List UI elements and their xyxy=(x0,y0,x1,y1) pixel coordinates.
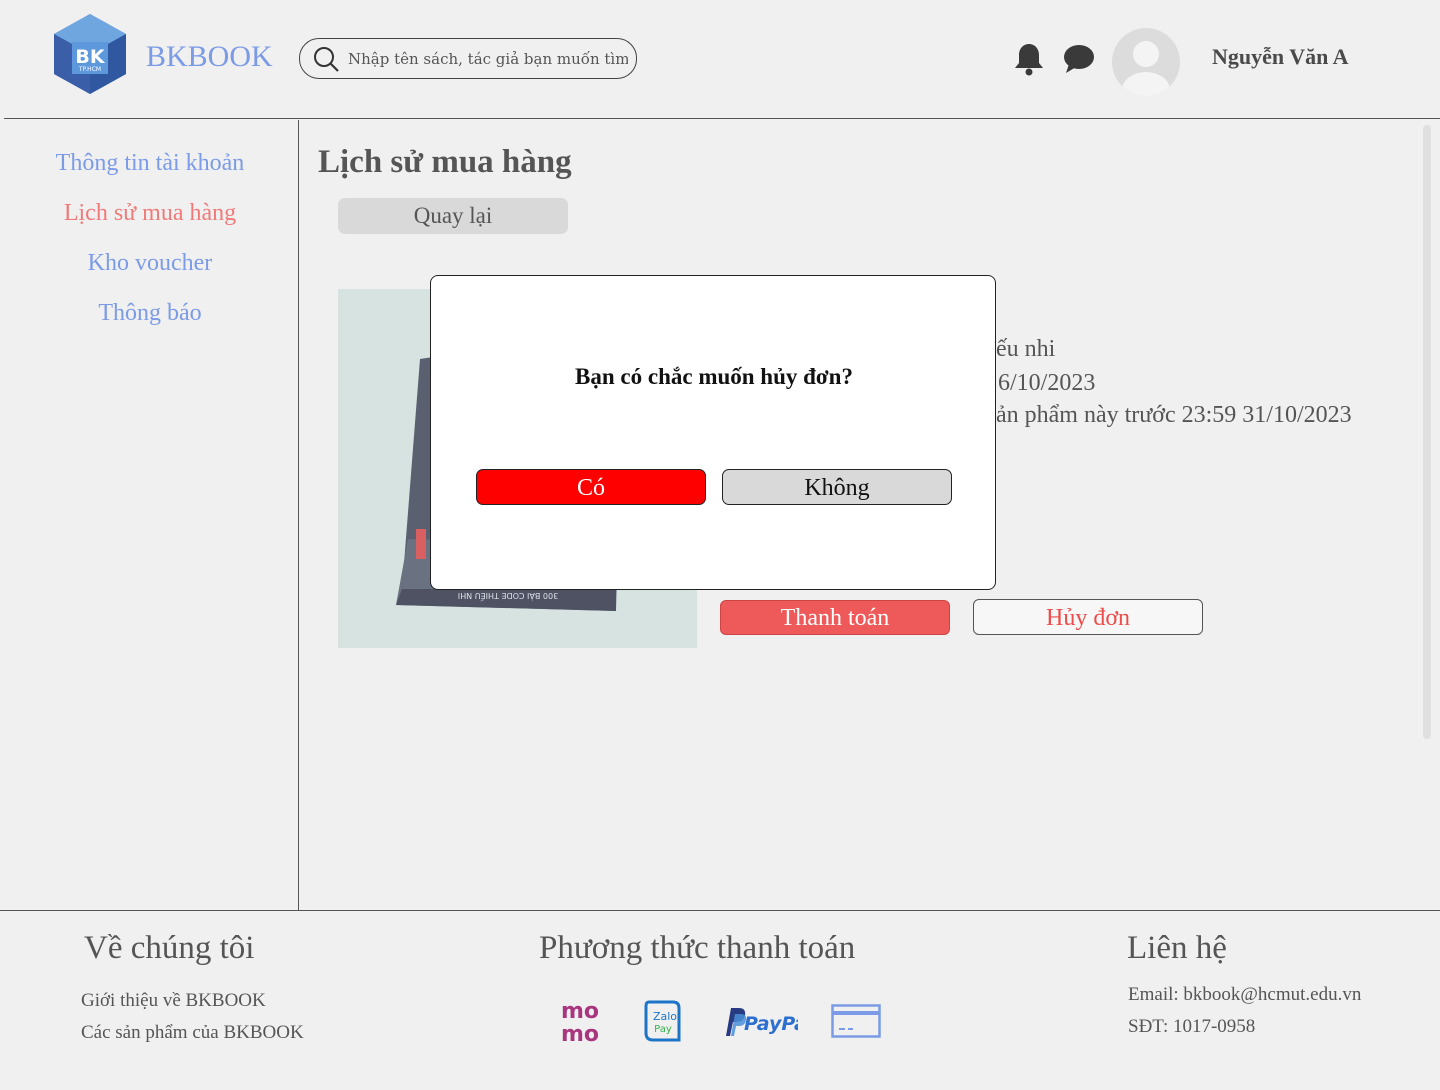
zalopay-icon: Zalo Pay xyxy=(644,1000,681,1042)
user-icon xyxy=(1122,41,1170,96)
momo-text-top: mo xyxy=(561,999,599,1024)
zalopay-text-top: Zalo xyxy=(653,1010,677,1023)
footer-link-products[interactable]: Các sản phẩm của BKBOOK xyxy=(81,1022,304,1044)
bk-logo-icon[interactable]: BK TP.HCM xyxy=(48,12,132,96)
pay-button[interactable]: Thanh toán xyxy=(720,600,950,635)
zalopay-text-bottom: Pay xyxy=(654,1024,672,1035)
sidebar-item-purchase-history[interactable]: Lịch sử mua hàng xyxy=(0,200,300,227)
sidebar: Thông tin tài khoản Lịch sử mua hàng Kho… xyxy=(0,120,298,910)
sidebar-item-notifications[interactable]: Thông báo xyxy=(0,300,300,327)
dialog-question: Bạn có chắc muốn hủy đơn? xyxy=(575,364,853,389)
footer-contact-phone: SĐT: 1017-0958 xyxy=(1128,1016,1256,1037)
confirm-no-button[interactable]: Không xyxy=(722,469,952,505)
logo-text: BK xyxy=(75,46,105,68)
page-title: Lịch sử mua hàng xyxy=(318,144,572,180)
book-title-partial: ếu nhi xyxy=(996,336,1056,362)
payment-deadline-partial: ản phẩm này trước 23:59 31/10/2023 xyxy=(996,402,1352,428)
search-bar[interactable] xyxy=(299,38,637,79)
footer-about-heading: Về chúng tôi xyxy=(84,930,255,966)
paypal-icon: PayPal xyxy=(726,1008,798,1036)
confirm-cancel-dialog: Bạn có chắc muốn hủy đơn? Có Không xyxy=(430,275,996,590)
paypal-text: PayPal xyxy=(744,1013,798,1035)
chat-icon[interactable] xyxy=(1062,42,1096,76)
credit-card-icon xyxy=(831,1004,881,1038)
footer-payment-heading: Phương thức thanh toán xyxy=(539,930,856,966)
scrollbar-thumb[interactable] xyxy=(1423,125,1431,739)
footer-contact-email[interactable]: Email: bkbook@hcmut.edu.vn xyxy=(1128,984,1361,1006)
sidebar-item-voucher[interactable]: Kho voucher xyxy=(0,250,300,277)
confirm-yes-button[interactable]: Có xyxy=(476,469,706,505)
username[interactable]: Nguyễn Văn A xyxy=(1212,44,1349,70)
footer-contact-heading: Liên hệ xyxy=(1127,930,1227,966)
sidebar-divider xyxy=(298,120,299,910)
footer-link-about[interactable]: Giới thiệu về BKBOOK xyxy=(81,990,266,1012)
momo-icon: mo mo xyxy=(561,999,599,1044)
search-icon[interactable] xyxy=(312,45,340,73)
search-input[interactable] xyxy=(348,47,628,71)
cancel-order-button[interactable]: Hủy đơn xyxy=(973,599,1203,635)
header: BK TP.HCM BKBOOK Nguyễn Văn A xyxy=(0,0,1440,120)
header-divider xyxy=(4,118,1440,119)
footer-divider xyxy=(0,910,1440,911)
scrollbar[interactable] xyxy=(1423,125,1431,739)
bell-icon[interactable] xyxy=(1013,42,1045,76)
sidebar-item-account-info[interactable]: Thông tin tài khoản xyxy=(0,150,300,177)
logo-subtext: TP.HCM xyxy=(78,66,101,73)
order-date-partial: 6/10/2023 xyxy=(998,370,1096,396)
brand-name[interactable]: BKBOOK xyxy=(146,40,273,74)
avatar[interactable] xyxy=(1112,28,1180,96)
book-spine-text: 300 BÀI CODE THIẾU NHI xyxy=(458,591,558,602)
momo-text-bottom: mo xyxy=(561,1022,599,1044)
back-button[interactable]: Quay lại xyxy=(338,198,568,234)
